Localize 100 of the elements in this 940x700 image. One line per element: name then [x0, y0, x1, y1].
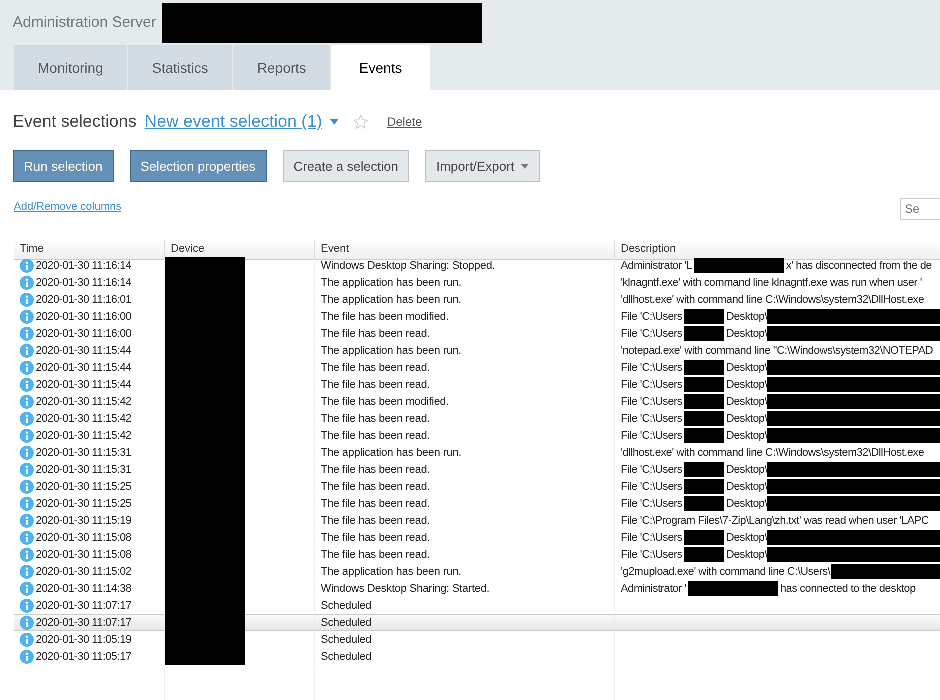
star-icon[interactable]	[353, 114, 370, 130]
time-text: 2020-01-30 11:15:42	[36, 396, 132, 408]
action-button[interactable]: Create a selection	[282, 150, 410, 182]
info-icon	[20, 632, 34, 646]
table-row-highlight[interactable]: 2020-01-30 11:05:19	[14, 631, 164, 648]
table-row-highlight[interactable]: 2020-01-30 11:05:17	[14, 648, 164, 665]
redaction-bar	[684, 411, 724, 426]
delete-link[interactable]: Delete	[387, 115, 422, 129]
info-icon	[20, 378, 34, 392]
time-text: 2020-01-30 11:15:19	[36, 514, 132, 526]
description-text: 'klnagntf.exe' with command line klnagntf.exe was run when user '	[621, 276, 922, 288]
info-icon	[20, 446, 34, 460]
table-cell: The application has been run.	[314, 444, 614, 461]
tab[interactable]: Monitoring	[14, 45, 128, 90]
info-icon	[20, 326, 34, 340]
table-row-highlight[interactable]: 2020-01-30 11:14:38	[14, 580, 164, 597]
table-row-highlight[interactable]: 2020-01-30 11:16:00	[14, 325, 164, 342]
description-text: File 'C:\Users	[621, 412, 682, 424]
search-field[interactable]: Se	[900, 198, 940, 220]
table-row-highlight[interactable]: 2020-01-30 11:15:08	[14, 529, 164, 546]
redaction-bar	[684, 394, 724, 409]
table-row-highlight[interactable]: 2020-01-30 11:15:44	[14, 359, 164, 376]
table-row-highlight[interactable]: 2020-01-30 11:15:44	[14, 376, 164, 393]
table-row-highlight[interactable]: 2020-01-30 11:15:42	[14, 427, 164, 444]
table-row-highlight[interactable]: 2020-01-30 11:16:14	[14, 257, 164, 274]
table-row-highlight[interactable]: 2020-01-30 11:16:01	[14, 291, 164, 308]
columns-link[interactable]: Add/Remove columns	[14, 201, 122, 213]
tab[interactable]: Events	[331, 45, 430, 90]
column-header[interactable]: Event	[314, 240, 614, 260]
table-row-highlight[interactable]: 2020-01-30 11:15:25	[14, 478, 164, 495]
time-text: 2020-01-30 11:15:25	[36, 480, 132, 492]
description-text: File 'C:\Users	[621, 532, 682, 544]
tab[interactable]: Reports	[233, 45, 330, 90]
menu-button[interactable]: Import/Export	[425, 150, 540, 182]
info-icon	[20, 360, 34, 374]
table-row-highlight[interactable]: 2020-01-30 11:15:08	[14, 546, 164, 563]
description-text: 'dllhost.exe' with command line C:\Windows\system32\DllHost.exe	[621, 446, 924, 458]
table-row-highlight[interactable]: 2020-01-30 11:15:44	[14, 342, 164, 359]
description-text: Desktop\	[726, 464, 768, 476]
redaction-bar	[684, 326, 724, 341]
description-text: Desktop\	[726, 430, 768, 442]
table-cell: The file has been read.	[314, 359, 614, 376]
redaction-bar	[684, 530, 724, 545]
description-text: File 'C:\Users	[621, 362, 682, 374]
table-cell: The file has been read.	[314, 410, 614, 427]
description-text: Desktop\	[726, 310, 768, 322]
table-cell: The application has been run.	[314, 291, 614, 308]
description-text: File 'C:\Users	[621, 328, 682, 340]
time-text: 2020-01-30 11:16:01	[36, 294, 132, 306]
caret-icon	[520, 164, 528, 168]
time-text: 2020-01-30 11:15:44	[36, 362, 132, 374]
table-row-highlight[interactable]: 2020-01-30 11:15:19	[14, 512, 164, 529]
description-text: Desktop\	[726, 412, 768, 424]
time-text: 2020-01-30 11:16:14	[36, 276, 132, 288]
description-text: File 'C:\Users	[621, 430, 682, 442]
description-text: Desktop\	[726, 362, 768, 374]
redaction-bar	[684, 428, 724, 443]
window-title: Administration Server	[13, 14, 156, 31]
description-text: File 'C:\Users	[621, 310, 682, 322]
time-text: 2020-01-30 11:15:44	[36, 378, 132, 390]
table-row-highlight[interactable]: 2020-01-30 11:15:31	[14, 444, 164, 461]
table-row-highlight[interactable]: 2020-01-30 11:07:17	[14, 614, 164, 631]
description-text: File 'C:\Program Files\7-Zip\Lang\zh.txt' was read when user 'LAPC	[621, 514, 930, 526]
selection-dropdown-link[interactable]: New event selection (1)	[144, 112, 322, 132]
info-icon	[20, 514, 34, 528]
time-text: 2020-01-30 11:16:00	[36, 310, 132, 322]
table-row-highlight[interactable]: 2020-01-30 11:16:00	[14, 308, 164, 325]
info-icon	[20, 564, 34, 578]
description-text: Desktop\	[726, 532, 768, 544]
table-cell: The file has been read.	[314, 529, 614, 546]
table-row-highlight[interactable]: 2020-01-30 11:15:42	[14, 393, 164, 410]
table-row-highlight[interactable]: 2020-01-30 11:15:02	[14, 563, 164, 580]
table-cell: The file has been modified.	[314, 393, 614, 410]
description-text: 'g2mupload.exe' with command line C:\Users\	[621, 566, 831, 578]
tab[interactable]: Statistics	[128, 45, 232, 90]
table-cell: The file has been read.	[314, 478, 614, 495]
caret-icon[interactable]	[330, 119, 340, 125]
column-header[interactable]: Device	[164, 240, 314, 260]
table-row-highlight[interactable]: 2020-01-30 11:15:31	[14, 461, 164, 478]
info-icon	[20, 462, 34, 476]
info-icon	[20, 650, 34, 664]
table-cell: The application has been run.	[314, 563, 614, 580]
description-text: File 'C:\Users	[621, 498, 682, 510]
table-cell: The application has been run.	[314, 342, 614, 359]
column-header[interactable]: Description	[614, 240, 940, 260]
info-icon	[20, 258, 34, 272]
table-row-highlight[interactable]: 2020-01-30 11:15:42	[14, 410, 164, 427]
table-row-highlight[interactable]: 2020-01-30 11:15:25	[14, 495, 164, 512]
table-row-highlight[interactable]: 2020-01-30 11:16:14	[14, 274, 164, 291]
table-cell: The file has been read.	[314, 461, 614, 478]
table-row-highlight[interactable]: 2020-01-30 11:07:17	[14, 597, 164, 614]
time-text: 2020-01-30 11:15:42	[36, 430, 132, 442]
table-cell: Scheduled	[314, 631, 614, 648]
info-icon	[20, 480, 34, 494]
description-text: File 'C:\Users	[621, 378, 682, 390]
time-text: 2020-01-30 11:07:17	[36, 616, 132, 628]
info-icon	[20, 548, 34, 562]
info-icon	[20, 582, 34, 596]
info-icon	[20, 530, 34, 544]
info-icon	[20, 598, 34, 612]
